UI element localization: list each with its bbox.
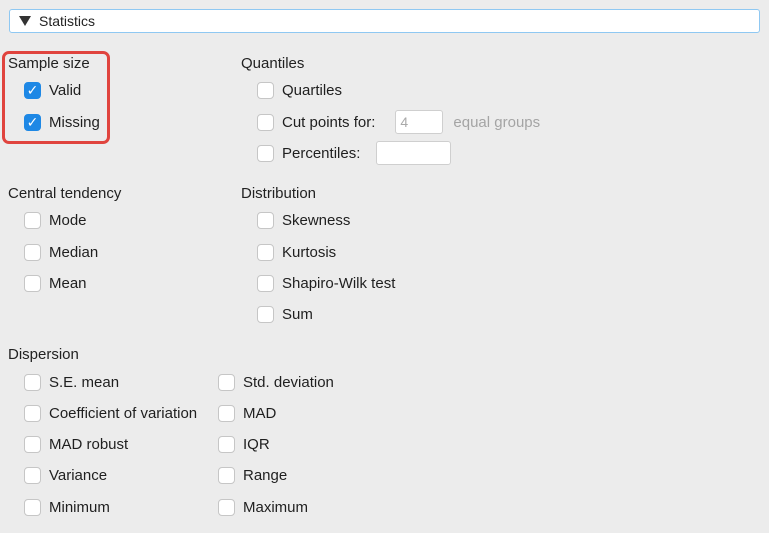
missing-checkbox-row[interactable]: ✓ Missing <box>24 114 100 131</box>
valid-label: Valid <box>49 82 82 99</box>
mean-label: Mean <box>49 275 87 292</box>
std-deviation-label: Std. deviation <box>243 374 334 391</box>
quartiles-label: Quartiles <box>282 82 343 99</box>
checkmark-icon: ✓ <box>26 114 39 131</box>
shapiro-wilk-checkbox[interactable] <box>257 275 274 292</box>
mad-robust-label: MAD robust <box>49 436 129 453</box>
variance-checkbox-row[interactable]: Variance <box>24 467 107 484</box>
mad-checkbox[interactable] <box>218 405 235 422</box>
collapse-triangle-icon <box>19 16 31 26</box>
checkmark-icon: ✓ <box>26 82 39 99</box>
maximum-checkbox[interactable] <box>218 499 235 516</box>
mad-label: MAD <box>243 405 277 422</box>
percentiles-checkbox[interactable] <box>257 144 274 162</box>
shapiro-wilk-label: Shapiro-Wilk test <box>282 275 396 292</box>
se-mean-checkbox[interactable] <box>24 374 41 391</box>
kurtosis-checkbox-row[interactable]: Kurtosis <box>257 244 336 261</box>
skewness-label: Skewness <box>282 212 351 229</box>
cut-points-input[interactable] <box>395 110 444 134</box>
section-title: Statistics <box>39 13 96 29</box>
sample-size-title: Sample size <box>8 55 90 72</box>
maximum-checkbox-row[interactable]: Maximum <box>218 499 308 516</box>
statistics-section-header[interactable]: Statistics <box>9 9 760 33</box>
skewness-checkbox[interactable] <box>257 212 274 229</box>
missing-checkbox[interactable]: ✓ <box>24 114 41 131</box>
mode-checkbox-row[interactable]: Mode <box>24 212 87 229</box>
cut-points-checkbox[interactable] <box>257 113 274 131</box>
cut-points-row: Cut points for: equal groups <box>257 110 540 134</box>
mad-robust-checkbox-row[interactable]: MAD robust <box>24 436 128 453</box>
mode-label: Mode <box>49 212 87 229</box>
sum-label: Sum <box>282 306 313 323</box>
cut-points-label: Cut points for: <box>282 113 376 131</box>
coefficient-of-variation-checkbox-row[interactable]: Coefficient of variation <box>24 405 197 422</box>
range-checkbox[interactable] <box>218 467 235 484</box>
maximum-label: Maximum <box>243 499 309 516</box>
percentiles-row: Percentiles: <box>257 141 452 165</box>
minimum-checkbox-row[interactable]: Minimum <box>24 499 110 516</box>
distribution-title: Distribution <box>241 185 317 202</box>
std-deviation-checkbox-row[interactable]: Std. deviation <box>218 374 334 391</box>
minimum-checkbox[interactable] <box>24 499 41 516</box>
mode-checkbox[interactable] <box>24 212 41 229</box>
mean-checkbox[interactable] <box>24 275 41 292</box>
iqr-checkbox[interactable] <box>218 436 235 453</box>
median-label: Median <box>49 244 99 261</box>
median-checkbox[interactable] <box>24 244 41 261</box>
iqr-label: IQR <box>243 436 270 453</box>
mean-checkbox-row[interactable]: Mean <box>24 275 87 292</box>
variance-label: Variance <box>49 467 108 484</box>
kurtosis-checkbox[interactable] <box>257 244 274 261</box>
se-mean-label: S.E. mean <box>49 374 120 391</box>
iqr-checkbox-row[interactable]: IQR <box>218 436 270 453</box>
percentiles-label: Percentiles: <box>282 144 361 162</box>
sum-checkbox[interactable] <box>257 306 274 323</box>
mad-robust-checkbox[interactable] <box>24 436 41 453</box>
sum-checkbox-row[interactable]: Sum <box>257 306 313 323</box>
kurtosis-label: Kurtosis <box>282 244 337 261</box>
mad-checkbox-row[interactable]: MAD <box>218 405 276 422</box>
minimum-label: Minimum <box>49 499 110 516</box>
std-deviation-checkbox[interactable] <box>218 374 235 391</box>
percentiles-input[interactable] <box>376 141 452 165</box>
shapiro-wilk-checkbox-row[interactable]: Shapiro-Wilk test <box>257 275 395 292</box>
coefficient-of-variation-label: Coefficient of variation <box>49 405 198 422</box>
equal-groups-label: equal groups <box>453 113 541 131</box>
missing-label: Missing <box>49 114 100 131</box>
coefficient-of-variation-checkbox[interactable] <box>24 405 41 422</box>
range-checkbox-row[interactable]: Range <box>218 467 287 484</box>
quartiles-checkbox[interactable] <box>257 82 274 99</box>
range-label: Range <box>243 467 288 484</box>
valid-checkbox[interactable]: ✓ <box>24 82 41 99</box>
skewness-checkbox-row[interactable]: Skewness <box>257 212 350 229</box>
central-tendency-title: Central tendency <box>8 185 122 202</box>
quantiles-title: Quantiles <box>241 55 305 72</box>
se-mean-checkbox-row[interactable]: S.E. mean <box>24 374 119 391</box>
dispersion-title: Dispersion <box>8 346 79 363</box>
quartiles-checkbox-row[interactable]: Quartiles <box>257 82 342 99</box>
variance-checkbox[interactable] <box>24 467 41 484</box>
valid-checkbox-row[interactable]: ✓ Valid <box>24 82 81 99</box>
median-checkbox-row[interactable]: Median <box>24 244 98 261</box>
